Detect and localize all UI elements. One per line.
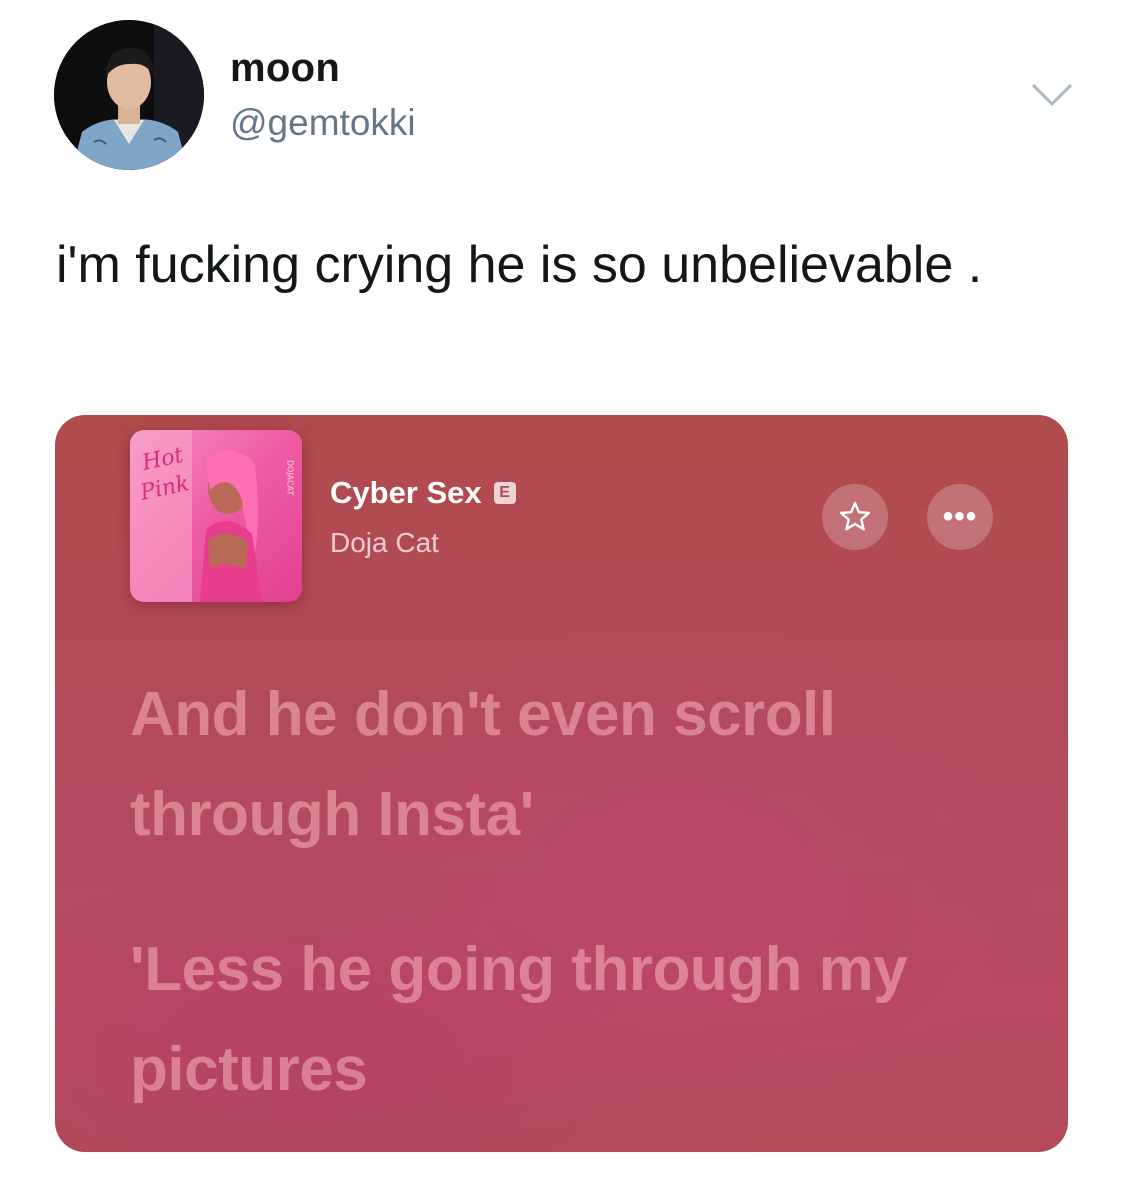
display-name[interactable]: moon (230, 46, 340, 91)
profile-photo-icon (54, 20, 204, 170)
username-handle[interactable]: @gemtokki (230, 102, 416, 144)
chevron-down-icon[interactable] (1030, 80, 1074, 110)
tweet: moon @gemtokki i'm fucking crying he is … (0, 0, 1123, 1200)
favorite-button[interactable] (822, 484, 888, 550)
tweet-text: i'm fucking crying he is so unbelievable… (56, 236, 983, 294)
svg-text:DOJACAT: DOJACAT (286, 460, 295, 495)
artist-name[interactable]: Doja Cat (330, 527, 439, 559)
lyric-line: 'Less he going through my pictures (130, 935, 908, 1104)
album-cover-icon: Hot Pink DOJACAT (130, 430, 302, 602)
more-options-button[interactable]: ••• (927, 484, 993, 550)
explicit-badge: E (493, 482, 516, 504)
media-card[interactable]: Hot Pink DOJACAT Cyber Sex E Doja Cat ••… (55, 415, 1068, 1152)
song-title-row: Cyber Sex E (330, 475, 516, 511)
avatar[interactable] (54, 20, 204, 170)
star-icon (840, 501, 870, 531)
album-art[interactable]: Hot Pink DOJACAT (130, 430, 302, 602)
song-title[interactable]: Cyber Sex (330, 475, 482, 511)
lyric-line: And he don't even scroll through Insta' (130, 680, 836, 849)
